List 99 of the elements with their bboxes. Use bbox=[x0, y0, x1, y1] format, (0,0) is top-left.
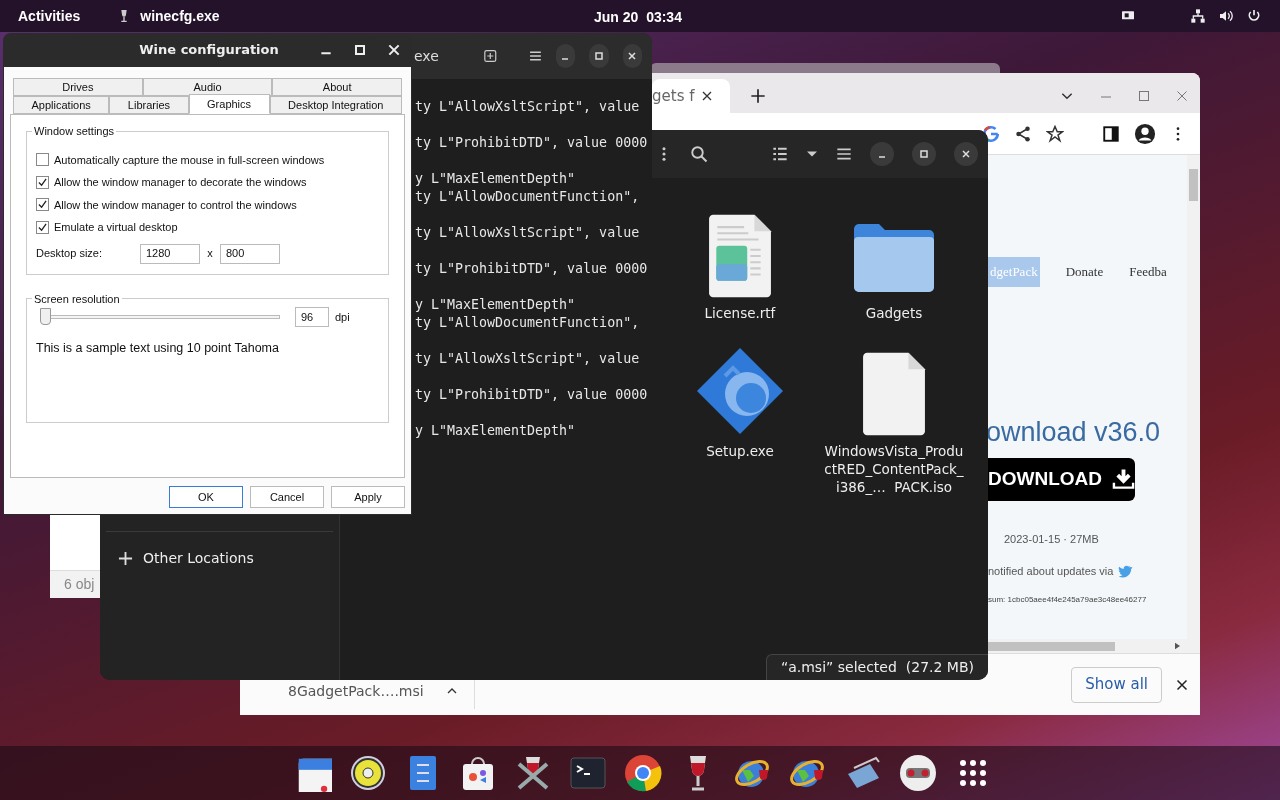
status-text: 6 obj bbox=[64, 575, 95, 594]
tab[interactable]: Desktop Integration bbox=[269, 96, 402, 114]
clock[interactable]: Jun 20 03:34 bbox=[594, 7, 682, 28]
terminal-line: y L"MaxElementDepth" bbox=[415, 422, 577, 440]
close-button[interactable] bbox=[622, 44, 642, 68]
tab[interactable]: Audio bbox=[142, 78, 273, 96]
tab[interactable]: About bbox=[272, 78, 402, 96]
checkbox-label[interactable]: Emulate a virtual desktop bbox=[54, 219, 178, 236]
file-name[interactable]: License.rtf bbox=[670, 304, 810, 322]
close-icon[interactable] bbox=[1176, 678, 1188, 691]
vertical-scrollbar[interactable] bbox=[1187, 155, 1200, 639]
browser-icon[interactable] bbox=[624, 754, 662, 792]
speaker-icon[interactable] bbox=[349, 754, 387, 792]
separator-text: x bbox=[206, 246, 214, 262]
browser-tab[interactable]: gets f bbox=[652, 79, 730, 113]
power-icon bbox=[1246, 8, 1262, 24]
blank-file-icon bbox=[861, 352, 927, 436]
new-tab-icon[interactable] bbox=[483, 47, 498, 65]
tab[interactable]: Graphics bbox=[188, 94, 270, 114]
dialog-button[interactable]: Apply bbox=[331, 486, 405, 508]
group-title: Window settings bbox=[33, 124, 116, 139]
maximize-icon[interactable] bbox=[352, 42, 368, 58]
tab[interactable]: Libraries bbox=[109, 96, 189, 114]
file-name[interactable]: Gadgets bbox=[824, 304, 964, 322]
checkbox-label[interactable]: Automatically capture the mouse in full-screen windows bbox=[54, 151, 325, 168]
cassette-icon[interactable] bbox=[899, 754, 937, 792]
terminal-line: ty L"AllowXsltScript", value bbox=[415, 350, 641, 368]
share-icon[interactable] bbox=[1014, 124, 1032, 143]
slider-thumb[interactable] bbox=[40, 308, 51, 325]
close-icon[interactable] bbox=[700, 90, 713, 102]
checkbox-label[interactable]: Allow the window manager to control the windows bbox=[54, 196, 297, 213]
nav-link[interactable]: Donate bbox=[1065, 262, 1104, 282]
nav-link[interactable]: Feedba bbox=[1129, 262, 1167, 282]
window-title: exe bbox=[414, 46, 439, 66]
width-field[interactable]: 1280 bbox=[140, 243, 200, 264]
release-info: 2023-01-15 · 27MB bbox=[1004, 531, 1099, 547]
sample-text: This is a sample text using 10 point Tahoma bbox=[36, 340, 280, 357]
volume-icon bbox=[1218, 8, 1234, 24]
dialog-button[interactable]: Cancel bbox=[250, 486, 324, 508]
checkbox[interactable] bbox=[36, 220, 49, 234]
star-icon[interactable] bbox=[1046, 124, 1064, 143]
tab[interactable]: Drives bbox=[13, 78, 143, 96]
terminal-line: ty L"ProhibitDTD", value 0000 bbox=[415, 386, 649, 404]
checkbox[interactable] bbox=[36, 198, 49, 212]
arrow-right-icon[interactable] bbox=[1175, 642, 1180, 650]
activities-button[interactable]: Activities bbox=[18, 5, 81, 27]
network-icon bbox=[1190, 8, 1206, 24]
sidebar-item[interactable]: Other Locations bbox=[100, 546, 339, 570]
terminal-line: y L"MaxElementDepth" bbox=[415, 170, 577, 188]
horizontal-scrollbar[interactable] bbox=[988, 639, 1200, 653]
height-field[interactable]: 800 bbox=[220, 243, 280, 264]
bird-icon bbox=[1117, 564, 1134, 579]
download-button[interactable]: DOWNLOAD bbox=[988, 457, 1135, 501]
checkbox[interactable] bbox=[36, 175, 49, 189]
window-title: Wine configuration bbox=[138, 41, 280, 60]
minimize-button[interactable] bbox=[555, 44, 576, 68]
menu-icon[interactable] bbox=[836, 146, 852, 162]
show-all-button[interactable]: Show all bbox=[1071, 666, 1162, 703]
status-overlay: “a.msi” selected (27.2 MB) bbox=[765, 654, 988, 680]
dpi-field[interactable]: 96 bbox=[295, 307, 329, 327]
terminal-line: ty L"AllowXsltScript", value bbox=[415, 224, 641, 242]
terminal-line: y L"MaxElementDepth" bbox=[415, 296, 577, 314]
terminal-line: ty L"ProhibitDTD", value 0000 bbox=[415, 134, 649, 152]
checkbox[interactable] bbox=[36, 153, 49, 167]
close-button[interactable] bbox=[954, 142, 978, 166]
terminal-line: ty L"ProhibitDTD", value 0000 bbox=[415, 260, 649, 278]
maximize-button[interactable] bbox=[912, 142, 936, 166]
gear-diamond-icon bbox=[695, 346, 785, 436]
terminal-line: ty L"AllowDocumentFunction", bbox=[415, 314, 641, 332]
download-item[interactable]: 8GadgetPack….msi bbox=[288, 682, 424, 699]
document-icon bbox=[707, 214, 773, 298]
download-icon bbox=[1112, 466, 1135, 492]
checksum-text: sum: 1cbc05aee4f4e245a79ae3c48ee46277 bbox=[988, 593, 1147, 606]
unit-label: dpi bbox=[335, 309, 350, 325]
slider-track[interactable] bbox=[40, 308, 280, 326]
download-heading: ownload v36.0 bbox=[986, 416, 1161, 449]
file-name[interactable]: Setup.exe bbox=[670, 442, 810, 460]
tab[interactable]: Applications bbox=[13, 96, 110, 114]
close-icon[interactable] bbox=[627, 51, 638, 61]
checkbox-label[interactable]: Allow the window manager to decorate the windows bbox=[54, 174, 307, 191]
close-icon[interactable] bbox=[386, 42, 402, 58]
minimize-button[interactable] bbox=[870, 142, 894, 166]
file-name[interactable]: WindowsVista_ProductRED_ContentPack_i386_… PACK.iso bbox=[824, 442, 964, 496]
group-title: Screen resolution bbox=[33, 291, 121, 307]
dialog-button[interactable]: OK bbox=[169, 486, 243, 508]
notify-text: notified about updates via bbox=[988, 564, 1114, 579]
app-menu[interactable]: winecfg.exe bbox=[140, 5, 220, 27]
terminal-icon[interactable] bbox=[569, 754, 607, 792]
profile-icon[interactable] bbox=[1134, 122, 1156, 145]
side-panel-icon[interactable] bbox=[1102, 124, 1120, 143]
maximize-icon[interactable] bbox=[593, 51, 604, 61]
list-view-icon[interactable] bbox=[772, 146, 788, 162]
maximize-button[interactable] bbox=[589, 44, 609, 68]
terminal-line: ty L"AllowDocumentFunction", bbox=[415, 188, 641, 206]
plus-icon[interactable] bbox=[118, 550, 133, 566]
terminal-line: ty L"AllowXsltScript", value bbox=[415, 98, 641, 116]
search-icon[interactable] bbox=[690, 145, 708, 163]
new-tab-icon[interactable] bbox=[750, 88, 766, 104]
field-label: Desktop size: bbox=[36, 246, 104, 262]
